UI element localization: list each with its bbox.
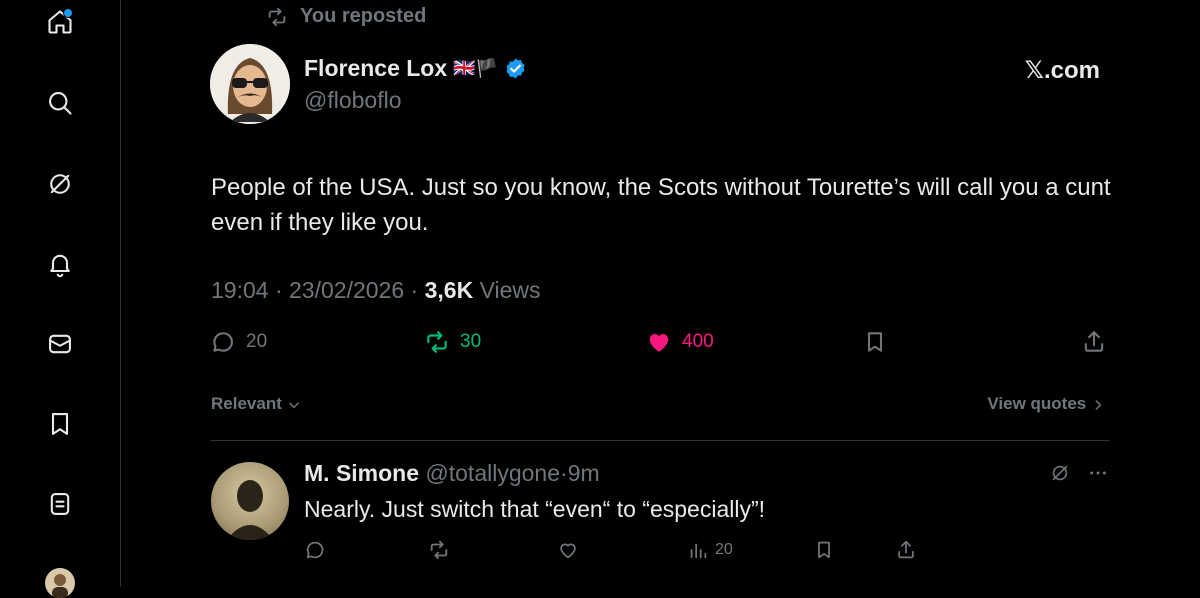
- reply-time[interactable]: 9m: [568, 460, 600, 486]
- view-quotes-link[interactable]: View quotes: [987, 394, 1105, 414]
- share-button[interactable]: [1081, 329, 1107, 355]
- reply-bookmark-button[interactable]: [813, 539, 835, 561]
- tweet-meta: 19:04 · 23/02/2026 · 3,6K Views: [211, 277, 541, 304]
- bookmark-icon: [868, 332, 882, 352]
- divider: [211, 440, 1109, 441]
- bookmark-icon[interactable]: [44, 408, 76, 440]
- profile-avatar[interactable]: [45, 568, 75, 598]
- view-quotes-label: View quotes: [987, 394, 1087, 413]
- sort-label: Relevant: [211, 394, 282, 413]
- analytics-icon: [690, 543, 707, 559]
- repost-label: You reposted: [300, 5, 427, 27]
- grok-icon[interactable]: [44, 168, 76, 200]
- repost-count: 30: [460, 331, 482, 352]
- reply-author-handle[interactable]: @totallygone: [425, 460, 560, 486]
- tweet-date[interactable]: 23/02/2026: [289, 277, 404, 303]
- bookmark-icon: [818, 541, 830, 559]
- repost-icon: [427, 331, 447, 353]
- author-name[interactable]: Florence Lox: [304, 55, 447, 82]
- chevron-down-icon: [288, 402, 299, 408]
- repost-icon: [430, 540, 448, 560]
- reply-text: Nearly. Just switch that “even“ to “espe…: [304, 496, 766, 522]
- reply-separator: ·: [560, 460, 568, 486]
- share-icon: [1084, 331, 1104, 352]
- reply-like-button[interactable]: [557, 539, 579, 561]
- repost-icon: [268, 7, 286, 26]
- reply-tools: [1049, 462, 1109, 484]
- repost-indicator: You reposted: [266, 5, 426, 28]
- author-flags: 🇬🇧🏴: [453, 58, 498, 78]
- notification-dot: [63, 8, 73, 18]
- reply-share-button[interactable]: [895, 539, 917, 561]
- views-label: Views: [479, 277, 541, 303]
- verified-badge-icon: [506, 58, 525, 79]
- reply-author-avatar[interactable]: [211, 462, 289, 540]
- reply-button[interactable]: 20: [210, 329, 267, 355]
- reply-author-name[interactable]: M. Simone: [304, 460, 419, 486]
- sort-replies-dropdown[interactable]: Relevant: [211, 394, 301, 414]
- meta-separator: ·: [274, 277, 283, 303]
- share-icon: [898, 540, 914, 559]
- reply-icon: [306, 541, 324, 559]
- reply-count: 20: [246, 331, 268, 352]
- mail-icon[interactable]: [44, 328, 76, 360]
- reply-views-count: 20: [715, 541, 733, 558]
- tweet-detail: You reposted Florence Lox 🇬🇧🏴 @floboflo …: [121, 0, 1200, 587]
- author-avatar[interactable]: [210, 44, 290, 124]
- notes-icon[interactable]: [44, 488, 76, 520]
- chevron-right-icon: [1095, 399, 1102, 410]
- author-name-row: Florence Lox 🇬🇧🏴: [304, 55, 527, 82]
- sidebar-nav: [0, 0, 121, 598]
- repost-button[interactable]: 30: [424, 329, 481, 355]
- author-handle[interactable]: @floboflo: [304, 87, 402, 114]
- meta-separator: ·: [410, 277, 419, 303]
- reply-repost-button[interactable]: [428, 539, 450, 561]
- tweet-time[interactable]: 19:04: [211, 277, 269, 303]
- search-icon[interactable]: [44, 87, 76, 119]
- reply-icon: [213, 332, 233, 352]
- like-button[interactable]: 400: [646, 329, 714, 355]
- reply-header: M. Simone @totallygone·9m: [304, 460, 600, 487]
- views-count: 3,6K: [424, 277, 474, 303]
- heart-filled-icon: [649, 334, 669, 352]
- like-count: 400: [682, 331, 714, 352]
- grok-icon[interactable]: [1049, 462, 1071, 484]
- home-icon[interactable]: [44, 6, 76, 38]
- reply-reply-button[interactable]: [304, 539, 326, 561]
- tweet-text: People of the USA. Just so you know, the…: [211, 174, 1111, 236]
- bookmark-button[interactable]: [862, 329, 888, 355]
- heart-icon: [560, 543, 576, 559]
- reply-views-button[interactable]: 20: [687, 539, 733, 561]
- bell-icon[interactable]: [44, 248, 76, 280]
- more-options-icon[interactable]: [1087, 462, 1109, 484]
- source-label: 𝕏.com: [1024, 57, 1100, 84]
